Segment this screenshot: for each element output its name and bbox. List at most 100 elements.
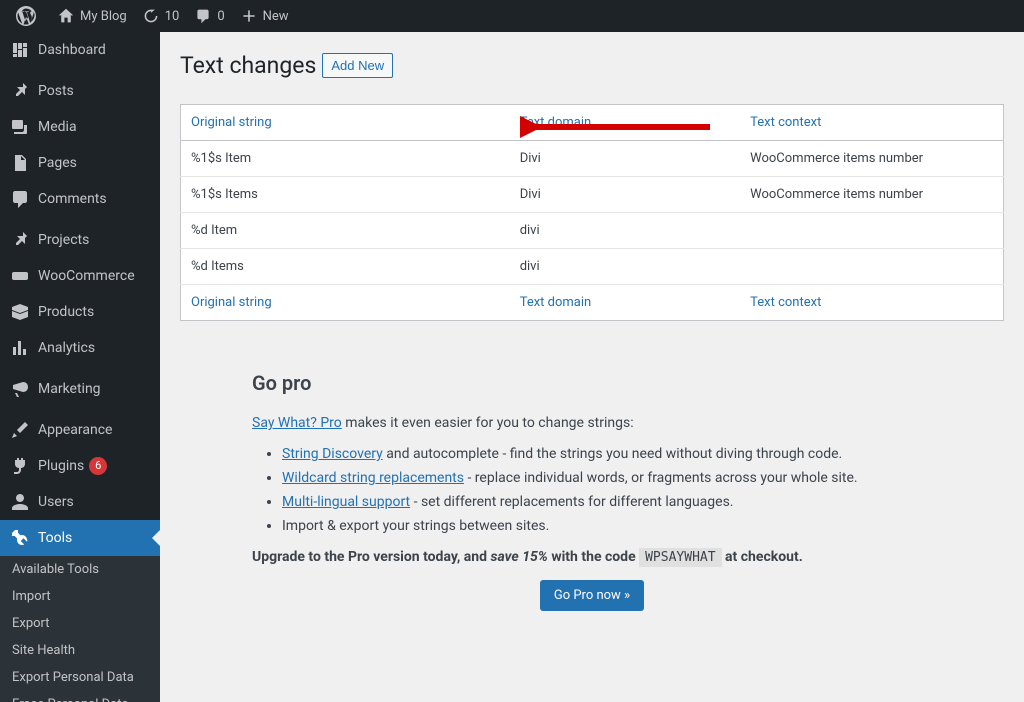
new-link[interactable]: New <box>233 0 297 32</box>
megaphone-icon <box>10 379 30 399</box>
col-text-context[interactable]: Text context <box>740 285 1003 321</box>
comment-icon <box>10 189 30 209</box>
gopro-intro: Say What? Pro makes it even easier for y… <box>252 415 932 431</box>
site-name: My Blog <box>80 9 127 24</box>
saywhat-pro-link[interactable]: Say What? Pro <box>252 415 342 431</box>
update-badge: 6 <box>89 457 107 475</box>
col-text-domain[interactable]: Text domain <box>510 285 740 321</box>
submenu-item-available-tools[interactable]: Available Tools <box>0 556 160 583</box>
dashboard-icon <box>10 40 30 60</box>
new-label: New <box>263 9 289 24</box>
cell-context <box>740 213 1003 249</box>
gopro-button[interactable]: Go Pro now » <box>540 580 644 611</box>
sidebar-item-appearance[interactable]: Appearance <box>0 412 160 448</box>
gopro-bullet-link[interactable]: Multi-lingual support <box>282 494 410 510</box>
tools-submenu: Available ToolsImportExportSite HealthEx… <box>0 556 160 702</box>
sidebar-item-label: Marketing <box>38 381 101 397</box>
gopro-section: Go pro Say What? Pro makes it even easie… <box>252 371 932 611</box>
cell-context: WooCommerce items number <box>740 141 1003 177</box>
table-row[interactable]: %1$s ItemDiviWooCommerce items number <box>181 141 1004 177</box>
table-row[interactable]: %1$s ItemsDiviWooCommerce items number <box>181 177 1004 213</box>
submenu-item-export[interactable]: Export <box>0 610 160 637</box>
comment-icon <box>195 8 211 24</box>
gopro-bullet: Multi-lingual support - set different re… <box>282 494 932 510</box>
gopro-bullet: Wildcard string replacements - replace i… <box>282 470 932 486</box>
wp-logo[interactable] <box>8 0 50 32</box>
page-header: Text changes Add New <box>180 52 1004 79</box>
sidebar-item-pages[interactable]: Pages <box>0 145 160 181</box>
gopro-heading: Go pro <box>252 371 932 395</box>
sidebar-item-projects[interactable]: Projects <box>0 222 160 258</box>
sidebar-item-label: Comments <box>38 191 107 207</box>
sidebar-item-label: WooCommerce <box>38 268 135 284</box>
promo-code: WPSAYWHAT <box>639 548 721 567</box>
sidebar-item-comments[interactable]: Comments <box>0 181 160 217</box>
sidebar-item-products[interactable]: Products <box>0 294 160 330</box>
sidebar-item-label: Plugins <box>38 458 84 474</box>
comments-count: 0 <box>217 9 224 24</box>
gopro-upgrade-text: Upgrade to the Pro version today, and sa… <box>252 549 932 565</box>
sidebar-item-label: Tools <box>38 530 72 546</box>
sidebar-item-posts[interactable]: Posts <box>0 73 160 109</box>
submenu-item-site-health[interactable]: Site Health <box>0 637 160 664</box>
sidebar-item-dashboard[interactable]: Dashboard <box>0 32 160 68</box>
cell-domain: Divi <box>510 177 740 213</box>
cell-original: %1$s Item <box>181 141 510 177</box>
col-original-string[interactable]: Original string <box>181 105 510 141</box>
submenu-item-import[interactable]: Import <box>0 583 160 610</box>
box-icon <box>10 302 30 322</box>
sidebar-item-woocommerce[interactable]: WooCommerce <box>0 258 160 294</box>
sidebar-item-label: Appearance <box>38 422 112 438</box>
pages-icon <box>10 153 30 173</box>
updates-link[interactable]: 10 <box>135 0 188 32</box>
gopro-bullet: Import & export your strings between sit… <box>282 518 932 534</box>
admin-toolbar: My Blog 10 0 New <box>0 0 1024 32</box>
gopro-bullet: String Discovery and autocomplete - find… <box>282 446 932 462</box>
table-row[interactable]: %d Itemdivi <box>181 213 1004 249</box>
sidebar-item-label: Analytics <box>38 340 95 356</box>
updates-count: 10 <box>165 9 180 24</box>
comments-link[interactable]: 0 <box>187 0 232 32</box>
sidebar-item-tools[interactable]: Tools <box>0 520 160 556</box>
site-link[interactable]: My Blog <box>50 0 135 32</box>
submenu-item-erase-personal-data[interactable]: Erase Personal Data <box>0 691 160 702</box>
col-text-context[interactable]: Text context <box>740 105 1003 141</box>
sidebar-item-label: Projects <box>38 232 89 248</box>
sidebar-item-label: Media <box>38 119 77 135</box>
sidebar-item-label: Pages <box>38 155 77 171</box>
sidebar-item-label: Users <box>38 494 74 510</box>
sidebar-item-plugins[interactable]: Plugins 6 <box>0 448 160 484</box>
main-content: Text changes Add New Original string Tex… <box>160 32 1024 702</box>
text-changes-table: Original string Text domain Text context… <box>180 104 1004 321</box>
sidebar-item-marketing[interactable]: Marketing <box>0 371 160 407</box>
col-original-string[interactable]: Original string <box>181 285 510 321</box>
table-row[interactable]: %d Itemsdivi <box>181 249 1004 285</box>
submenu-item-export-personal-data[interactable]: Export Personal Data <box>0 664 160 691</box>
col-text-domain[interactable]: Text domain <box>510 105 740 141</box>
cell-context: WooCommerce items number <box>740 177 1003 213</box>
cell-original: %1$s Items <box>181 177 510 213</box>
sidebar-item-users[interactable]: Users <box>0 484 160 520</box>
page-title: Text changes <box>180 52 316 79</box>
cell-domain: divi <box>510 249 740 285</box>
gopro-bullet-link[interactable]: String Discovery <box>282 446 383 462</box>
sidebar-item-media[interactable]: Media <box>0 109 160 145</box>
cell-original: %d Items <box>181 249 510 285</box>
pin-icon <box>10 81 30 101</box>
gopro-bullet-link[interactable]: Wildcard string replacements <box>282 470 464 486</box>
wrench-icon <box>10 528 30 548</box>
pin-icon <box>10 230 30 250</box>
sidebar-item-label: Posts <box>38 83 74 99</box>
media-icon <box>10 117 30 137</box>
woo-icon <box>10 266 30 286</box>
cell-domain: divi <box>510 213 740 249</box>
sidebar-item-label: Products <box>38 304 94 320</box>
chart-icon <box>10 338 30 358</box>
user-icon <box>10 492 30 512</box>
plug-icon <box>10 456 30 476</box>
sidebar-item-analytics[interactable]: Analytics <box>0 330 160 366</box>
brush-icon <box>10 420 30 440</box>
plus-icon <box>241 8 257 24</box>
add-new-button[interactable]: Add New <box>322 53 393 78</box>
home-icon <box>58 8 74 24</box>
